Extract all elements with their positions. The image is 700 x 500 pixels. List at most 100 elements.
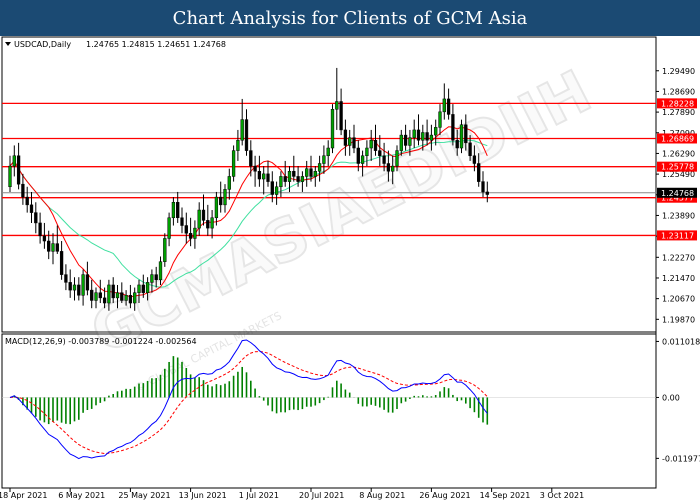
time-tick-label-7: 26 Aug 2021 (419, 491, 470, 500)
candle-body (219, 196, 223, 206)
candle-46 (206, 204, 210, 236)
candle-80 (352, 124, 356, 154)
candle-1 (12, 145, 16, 177)
candle-body (77, 284, 81, 296)
candle-body (455, 140, 459, 149)
candle-body (386, 163, 391, 172)
candle-body (47, 240, 51, 252)
candle-body (21, 183, 25, 198)
time-tick-label-9: 3 Oct 2021 (540, 491, 584, 500)
candle-body (223, 189, 227, 206)
candle-47 (210, 210, 214, 239)
candle-body (279, 176, 283, 188)
candle-body (317, 163, 322, 172)
candle-58 (257, 155, 262, 187)
candle-body (262, 173, 266, 180)
candle-74 (326, 140, 330, 167)
candle-49 (219, 181, 223, 213)
price-axis: 1.294901.286901.278901.270901.262901.254… (656, 67, 697, 324)
candle-body (283, 176, 287, 182)
candle-76 (335, 67, 339, 130)
candle-body (98, 292, 102, 299)
candle-body (412, 129, 416, 138)
candle-body (8, 165, 12, 188)
candle-body (34, 212, 38, 224)
candle-body (292, 171, 296, 177)
candle-body (171, 202, 176, 219)
candle-body (429, 134, 434, 141)
candle-body (240, 119, 244, 141)
candle-0 (8, 155, 12, 192)
candle-50 (223, 184, 227, 213)
candle-body (158, 261, 163, 281)
level-label-0: 1.28228 (661, 99, 694, 108)
candle-105 (459, 119, 464, 154)
candle-body (442, 98, 446, 113)
candle-body (459, 124, 464, 149)
candle-body (296, 176, 300, 182)
candle-12 (59, 241, 64, 280)
candle-body (421, 132, 425, 141)
candle-57 (253, 155, 257, 187)
candle-48 (214, 191, 219, 226)
candle-body (348, 137, 352, 146)
price-tick-label-10: 1.21470 (662, 274, 695, 283)
macd-signal-line (9, 350, 488, 455)
candle-body (90, 289, 94, 301)
candle-78 (343, 119, 348, 156)
candle-69 (305, 160, 309, 187)
candle-44 (197, 202, 201, 236)
macd-line (9, 339, 488, 460)
price-tick-label-11: 1.20670 (662, 295, 695, 304)
candle-body (249, 150, 253, 167)
candle-body (193, 227, 197, 239)
candle-body (12, 155, 16, 167)
price-tick-label-2: 1.27890 (662, 108, 695, 117)
candle-body (141, 284, 145, 293)
symbol-label: USDCAD,Daily (14, 40, 71, 49)
price-tick-label-0: 1.29490 (662, 67, 695, 76)
candle-body (257, 171, 262, 180)
dropdown-arrow-icon[interactable] (5, 42, 11, 46)
candle-71 (313, 166, 317, 187)
time-tick-label-1: 6 May 2021 (58, 491, 105, 500)
macd-tick-label-1: 0.00 (662, 393, 680, 402)
candle-body (176, 202, 180, 219)
candle-60 (266, 160, 270, 187)
candle-body (184, 225, 188, 234)
time-axis: 18 Apr 2021 6 May 2021 25 May 2021 13 Jun 2… (0, 488, 584, 500)
level-label-1: 1.26869 (661, 134, 694, 143)
candle-body (167, 217, 171, 239)
candle-36 (163, 233, 167, 267)
candle-42 (188, 217, 193, 247)
current-price-label: 1.24768 (661, 189, 694, 198)
candle-body (322, 155, 326, 164)
candle-body (399, 134, 403, 151)
candle-79 (348, 129, 352, 156)
candle-75 (330, 104, 335, 154)
candle-body (29, 204, 34, 213)
time-tick-label-0: 18 Apr 2021 (0, 491, 47, 500)
macd-tick-label-0: 0.011018 (662, 337, 700, 346)
candle-body (180, 217, 184, 226)
candle-59 (262, 166, 266, 195)
candle-3 (21, 173, 25, 205)
candle-body (231, 150, 236, 177)
candle-body (403, 134, 408, 146)
candle-14 (68, 269, 72, 298)
candle-body (274, 186, 279, 195)
price-tick-label-9: 1.22270 (662, 253, 695, 262)
time-tick-label-2: 25 May 2021 (118, 491, 170, 500)
candle-body (335, 101, 339, 110)
candle-body (188, 233, 193, 239)
candle-body (369, 140, 373, 149)
candle-body (124, 295, 128, 301)
candle-body (438, 111, 442, 128)
candle-body (481, 181, 485, 193)
candle-39 (176, 191, 180, 223)
candle-56 (249, 140, 253, 177)
candle-37 (167, 212, 171, 247)
time-tick-label-3: 13 Jun 2021 (179, 491, 227, 500)
candle-body (373, 140, 378, 151)
price-tick-label-7: 1.23890 (662, 211, 695, 220)
